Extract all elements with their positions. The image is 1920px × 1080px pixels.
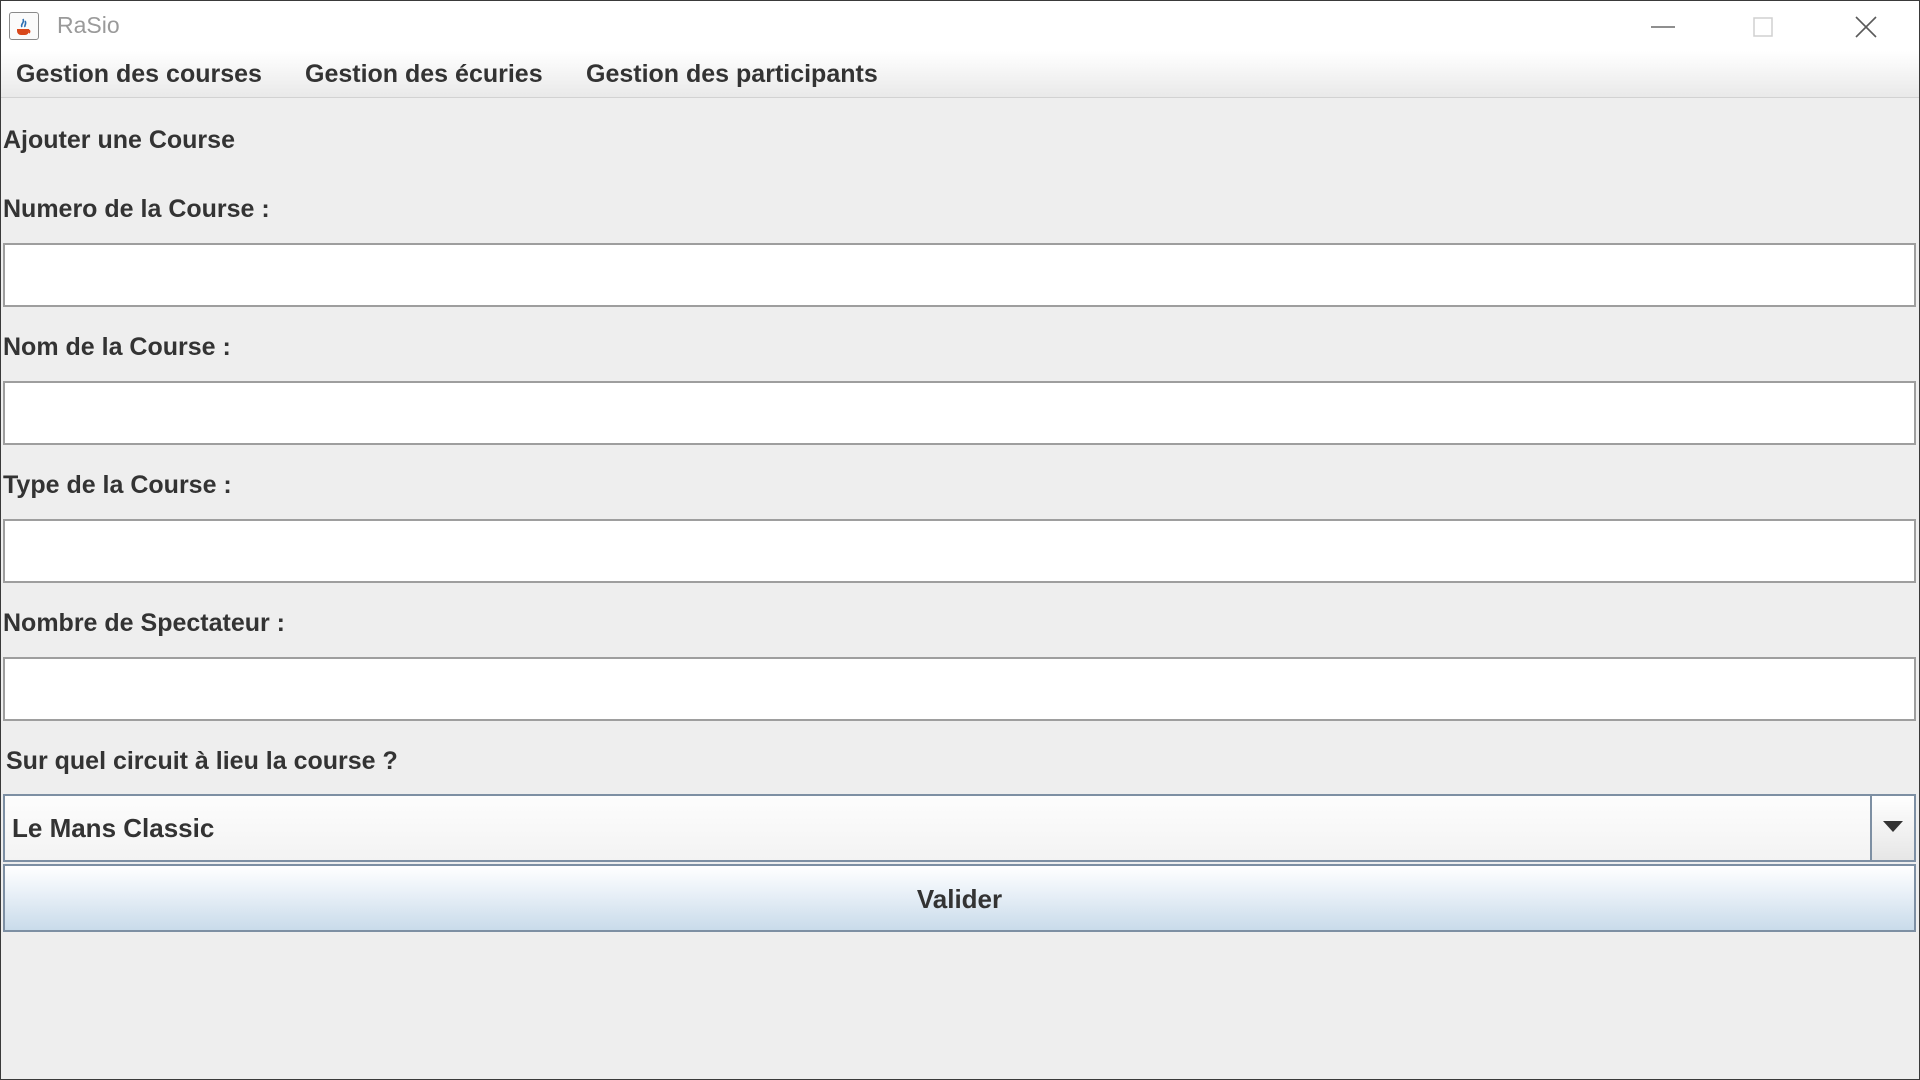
title-bar[interactable]: RaSio [1, 1, 1919, 51]
nom-label: Nom de la Course : [3, 333, 231, 361]
window-title: RaSio [57, 12, 120, 38]
minimize-button[interactable] [1613, 1, 1713, 51]
valider-button[interactable]: Valider [3, 864, 1916, 932]
nom-input[interactable] [3, 381, 1916, 445]
close-button[interactable] [1816, 1, 1916, 51]
menu-gestion-courses[interactable]: Gestion des courses [16, 57, 262, 91]
menu-gestion-ecuries[interactable]: Gestion des écuries [305, 57, 543, 91]
close-icon [1855, 16, 1877, 38]
java-cup-icon [9, 12, 39, 40]
dropdown-button[interactable] [1870, 796, 1914, 860]
numero-input[interactable] [3, 243, 1916, 307]
minimize-icon [1651, 26, 1675, 28]
circuit-selected-value: Le Mans Classic [12, 813, 215, 843]
type-label: Type de la Course : [3, 471, 232, 499]
spectateurs-label: Nombre de Spectateur : [3, 609, 286, 637]
type-input[interactable] [3, 519, 1916, 583]
menu-gestion-participants[interactable]: Gestion des participants [586, 57, 878, 91]
app-window: RaSio Gestion des courses Gestion des éc… [0, 0, 1920, 1080]
form-heading: Ajouter une Course [3, 126, 235, 154]
maximize-button[interactable] [1713, 1, 1813, 51]
circuit-label: Sur quel circuit à lieu la course ? [6, 747, 398, 775]
chevron-down-icon [1883, 821, 1903, 832]
menu-bar: Gestion des courses Gestion des écuries … [1, 51, 1919, 98]
circuit-select[interactable]: Le Mans Classic [3, 794, 1916, 862]
maximize-icon [1753, 17, 1773, 37]
numero-label: Numero de la Course : [3, 195, 270, 223]
spectateurs-input[interactable] [3, 657, 1916, 721]
